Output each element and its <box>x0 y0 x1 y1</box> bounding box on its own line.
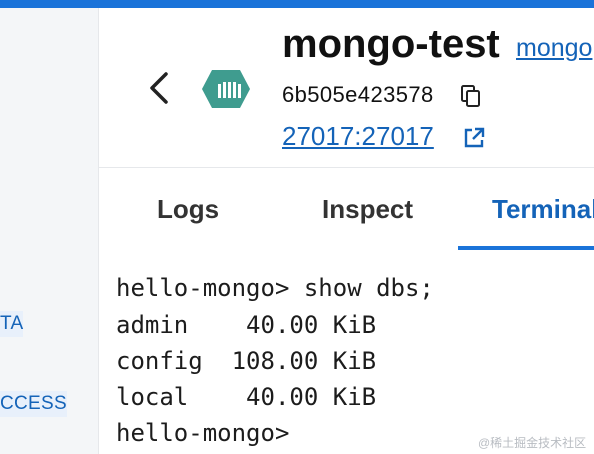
terminal-output[interactable]: hello-mongo> show dbs; admin 40.00 KiB c… <box>99 252 594 454</box>
port-link[interactable]: 27017:27017 <box>282 121 434 152</box>
container-id: 6b505e423578 <box>282 82 434 107</box>
tab-terminal[interactable]: Terminal <box>492 194 594 225</box>
terminal-line: admin 40.00 KiB <box>116 311 377 339</box>
watermark: @稀土掘金技术社区 <box>478 436 587 450</box>
top-accent-bar <box>0 0 594 8</box>
sidebar-item-data[interactable]: TA <box>0 311 24 337</box>
chevron-left-icon[interactable] <box>144 68 174 108</box>
terminal-line: hello-mongo> show dbs; <box>116 274 434 302</box>
image-link[interactable]: mongo <box>516 34 592 63</box>
sidebar-item-access[interactable]: CCESS <box>0 391 67 417</box>
terminal-line: config 108.00 KiB <box>116 347 377 375</box>
tab-inspect[interactable]: Inspect <box>322 194 413 225</box>
copy-icon[interactable] <box>460 84 482 108</box>
external-link-icon[interactable] <box>462 126 486 150</box>
container-title: mongo-test <box>282 22 500 66</box>
terminal-prompt: hello-mongo> <box>116 419 290 447</box>
tab-bar: Logs Inspect Terminal <box>99 167 594 253</box>
terminal-line: local 40.00 KiB <box>116 383 377 411</box>
tab-logs[interactable]: Logs <box>157 194 219 225</box>
sidebar-item-label: CCESS <box>0 393 67 414</box>
container-icon <box>202 70 250 108</box>
sidebar-item-label: TA <box>0 313 24 334</box>
sidebar: TA CCESS <box>0 8 99 454</box>
active-tab-indicator <box>458 246 594 250</box>
